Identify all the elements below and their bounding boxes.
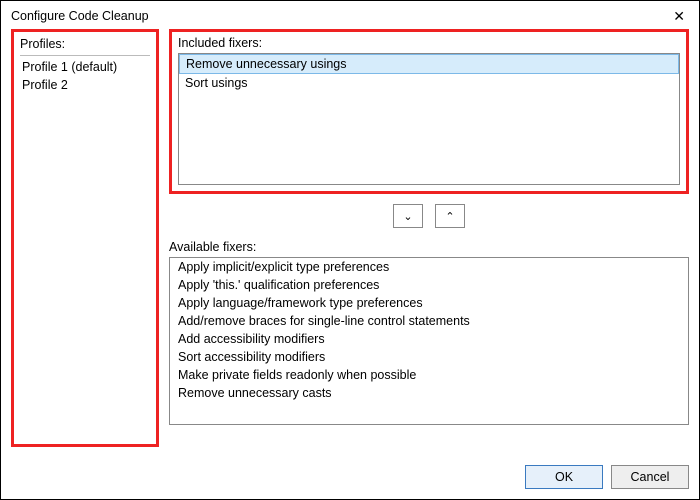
titlebar: Configure Code Cleanup ✕ [1, 1, 699, 29]
available-fixer-item[interactable]: Apply language/framework type preference… [170, 294, 688, 312]
available-fixer-item[interactable]: Make private fields readonly when possib… [170, 366, 688, 384]
profiles-panel: Profiles: Profile 1 (default) Profile 2 [11, 29, 159, 447]
profile-item[interactable]: Profile 2 [20, 76, 150, 94]
included-fixers-block: Included fixers: Remove unnecessary usin… [169, 29, 689, 194]
dialog-title: Configure Code Cleanup [11, 9, 149, 23]
ok-button[interactable]: OK [525, 465, 603, 489]
available-fixer-item[interactable]: Sort accessibility modifiers [170, 348, 688, 366]
included-fixers-label: Included fixers: [178, 36, 680, 50]
move-buttons-row: ⌄ ⌃ [169, 194, 689, 238]
dialog-footer: OK Cancel [1, 457, 699, 499]
available-fixer-item[interactable]: Apply 'this.' qualification preferences [170, 276, 688, 294]
profile-item[interactable]: Profile 1 (default) [20, 58, 150, 76]
move-up-button[interactable]: ⌃ [435, 204, 465, 228]
available-fixers-list[interactable]: Apply implicit/explicit type preferences… [169, 257, 689, 425]
dialog-window: Configure Code Cleanup ✕ Profiles: Profi… [0, 0, 700, 500]
dialog-body: Profiles: Profile 1 (default) Profile 2 … [1, 29, 699, 457]
available-fixers-label: Available fixers: [169, 240, 689, 254]
profiles-label: Profiles: [20, 37, 150, 51]
included-fixer-item[interactable]: Remove unnecessary usings [179, 54, 679, 74]
included-fixer-item[interactable]: Sort usings [179, 74, 679, 92]
move-down-button[interactable]: ⌄ [393, 204, 423, 228]
available-fixer-item[interactable]: Remove unnecessary casts [170, 384, 688, 402]
cancel-button[interactable]: Cancel [611, 465, 689, 489]
close-icon[interactable]: ✕ [669, 8, 689, 25]
fixers-panel: Included fixers: Remove unnecessary usin… [169, 29, 689, 447]
available-fixer-item[interactable]: Add accessibility modifiers [170, 330, 688, 348]
profiles-list[interactable]: Profile 1 (default) Profile 2 [20, 55, 150, 439]
included-fixers-list[interactable]: Remove unnecessary usings Sort usings [178, 53, 680, 185]
available-fixer-item[interactable]: Apply implicit/explicit type preferences [170, 258, 688, 276]
chevron-down-icon: ⌄ [403, 210, 412, 223]
available-fixer-item[interactable]: Add/remove braces for single-line contro… [170, 312, 688, 330]
chevron-up-icon: ⌃ [445, 210, 454, 223]
